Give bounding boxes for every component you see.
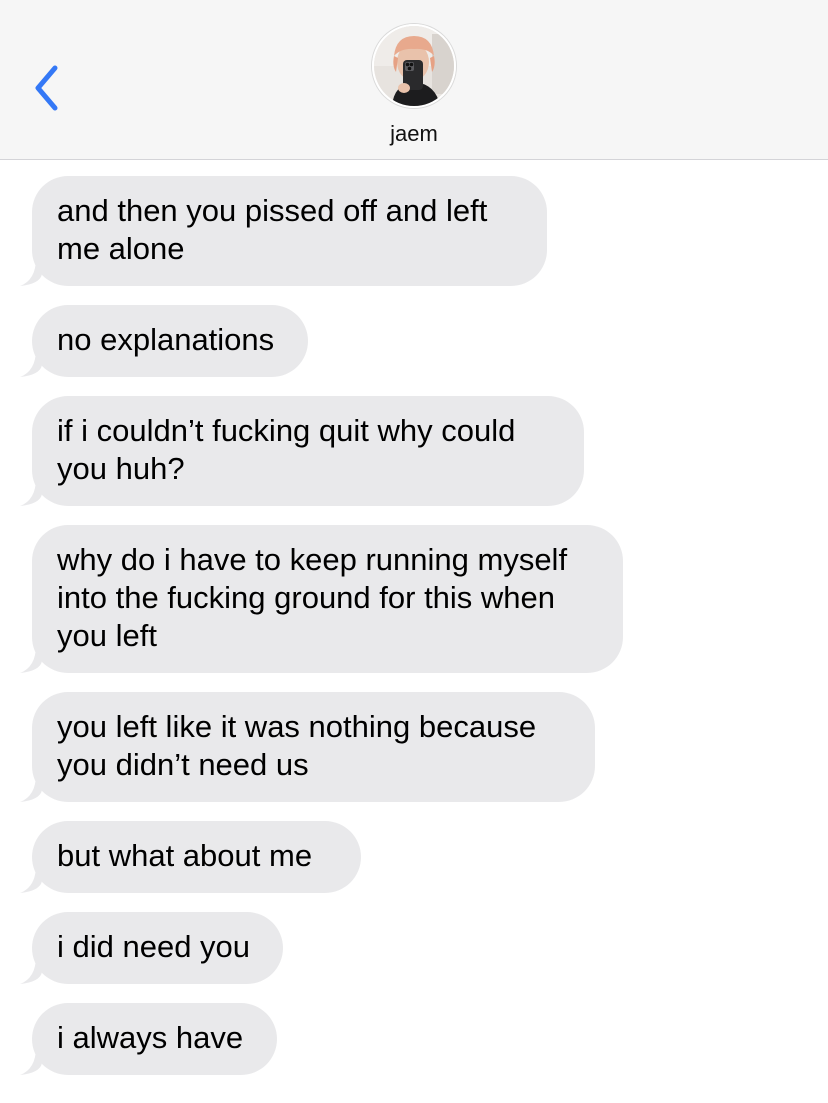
message-bubble[interactable]: i always have — [20, 1003, 277, 1075]
message-text: and then you pissed off and left — [57, 193, 488, 228]
bubble-tail — [20, 1045, 42, 1075]
chevron-left-icon — [35, 65, 58, 111]
message-bubble[interactable]: if i couldn’t fucking quit why could you… — [20, 396, 584, 506]
message-text: if i couldn’t fucking quit why could — [57, 413, 516, 448]
bubble-tail — [20, 643, 42, 673]
message-text: into the fucking ground for this when — [57, 580, 556, 615]
message-text: but what about me — [57, 838, 313, 873]
message-text: you left like it was nothing because — [57, 709, 537, 744]
message-bubble[interactable]: you left like it was nothing because you… — [20, 692, 595, 802]
message-bubble[interactable]: why do i have to keep running myself int… — [20, 525, 623, 673]
message-bubble[interactable]: no explanations — [20, 305, 308, 377]
message-bubble[interactable]: i did need you — [20, 912, 283, 984]
bubble-tail — [20, 863, 42, 893]
message-bubble[interactable]: and then you pissed off and left me alon… — [20, 176, 547, 286]
back-button[interactable] — [28, 62, 68, 114]
message-bubble[interactable]: but what about me — [20, 821, 361, 893]
message-text: you huh? — [57, 451, 185, 486]
contact-name[interactable]: jaem — [0, 121, 828, 147]
message-text: i always have — [57, 1020, 244, 1055]
message-text: you didn’t need us — [57, 747, 309, 782]
message-text: you left — [57, 618, 157, 653]
bubble-tail — [20, 256, 42, 286]
message-text: why do i have to keep running myself — [57, 542, 568, 577]
message-text: no explanations — [57, 322, 275, 357]
bubble-tail — [20, 476, 42, 506]
contact-avatar[interactable] — [372, 24, 456, 108]
message-text: i did need you — [57, 929, 251, 964]
bubble-tail — [20, 772, 42, 802]
conversation-header: jaem — [0, 0, 828, 160]
bubble-tail — [20, 954, 42, 984]
message-thread: and then you pissed off and left me alon… — [0, 160, 828, 1103]
bubble-tail — [20, 347, 42, 377]
avatar-photo — [374, 26, 454, 106]
message-text: me alone — [57, 231, 185, 266]
